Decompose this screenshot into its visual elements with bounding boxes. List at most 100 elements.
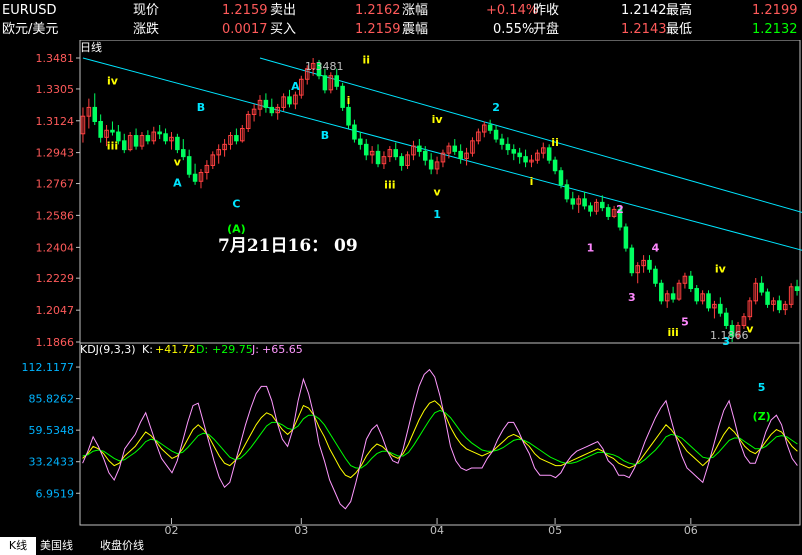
kdj-k-label: K: [142,343,153,356]
kdj-k-value: +41.72 [155,343,196,356]
price-tick-label: 1.2943 [36,147,75,160]
candle-body [92,106,98,122]
prev-close-value: 1.2142 [621,3,667,18]
kdj-pane-frame [79,342,801,526]
wave-label: iii [667,326,678,339]
wave-label: 3 [628,291,636,304]
candle-body [570,198,576,205]
buy-label: 买入 [270,22,297,37]
kdj-tick-label: 59.5348 [29,424,75,437]
candle-body [192,173,198,182]
chg-value: 0.0017 [222,22,268,37]
low-label: 最低 [666,22,693,37]
x-tick-label: 03 [294,524,308,537]
kdj-j-label: J: [251,343,259,356]
sell-value: 1.2162 [355,3,401,18]
buy-value: 1.2159 [355,22,401,37]
kdj-tick-label: 33.2433 [29,456,75,469]
candle-body [263,99,269,108]
candle-body [694,288,699,302]
price-tick-label: 1.2229 [36,272,75,285]
candle-body [765,291,770,305]
channel-line [82,57,802,251]
pct-value: +0.14% [486,3,539,18]
tab-us-line[interactable]: 美国线 [40,537,73,555]
pct-label: 涨幅 [402,3,429,18]
kdj-name: KDJ(9,3,3) [80,343,136,356]
high-label: 最高 [666,3,693,18]
symbol: EURUSD [2,3,57,18]
kdj-k-line [82,400,798,479]
open-label: 开盘 [533,22,560,37]
wave-label: 4 [652,242,660,255]
wave-label: 2 [616,203,624,216]
amp-label: 震幅 [402,22,429,37]
candle-body [157,131,162,135]
candle-body [163,133,168,142]
open-value: 1.2143 [621,22,667,37]
sell-label: 卖出 [270,3,297,18]
wave-label: iii [107,140,118,153]
kdj-tick-label: 112.1177 [22,361,75,374]
candle-body [794,286,800,291]
candle-body [600,201,605,209]
wave-label: iv [715,263,727,276]
candle-body [688,275,694,290]
price-tick-label: 1.2404 [36,241,75,254]
wave-label: iv [107,75,119,88]
candle-body [175,136,180,151]
min-price-label: 1.1866 [710,329,749,342]
now-value: 1.2159 [222,3,268,18]
chg-label: 涨跌 [133,22,160,37]
max-price-label: 1.3481 [305,60,344,73]
candle-body [133,135,139,147]
wave-label: 1 [587,242,595,255]
prev-close-label: 昨收 [533,3,560,18]
bottom-tabs: K线 美国线 收盘价线 [0,537,802,555]
price-tick-label: 1.3124 [36,115,75,128]
period-label: 日线 [80,40,102,54]
tab-k-line[interactable]: K线 [0,537,36,555]
candle-body [653,268,658,284]
candle-body [452,145,458,152]
candle-body [334,75,339,87]
wave-label: i [530,175,534,188]
candle-body [234,135,239,142]
kdj-annotation: 5 [758,381,766,394]
candle-body [375,150,381,165]
wave-label: C [232,198,240,211]
candle-body [511,149,517,154]
candle-body [121,140,127,151]
wave-label: iv [432,113,444,126]
candle-body [145,135,151,142]
low-value: 1.2132 [752,22,798,37]
candle-body [399,156,404,166]
candle-body [487,124,493,131]
instrument-name: 欧元/美元 [2,22,59,37]
candle-body [269,106,275,114]
amp-value: 0.55% [493,22,535,37]
price-tick-label: 1.3305 [36,83,75,96]
wave-label: 2 [492,101,500,114]
candle-body [759,282,764,293]
wave-label: i [347,94,351,107]
kdj-d-label: D: [196,343,208,356]
candle-body [623,226,629,249]
candle-body [647,259,652,270]
wave-labels: iviiivABC(A)ABiiiiiiivv12iii21 435iiiivv3… [107,53,754,347]
tab-close-line[interactable]: 收盘价线 [100,537,144,555]
candle-body [718,303,723,314]
candle-body [505,143,511,151]
chart-area: 1.3481 1.3305 1.3124 1.2943 1.2767 1.2586 1.24… [22,40,802,537]
candle-body [588,205,593,212]
date-annotation: 7月21日16： 09 [218,236,358,256]
candle-body [322,75,328,91]
x-axis: 020304050607 [164,518,698,537]
candle-body [552,159,558,172]
kdj-grid: 112.1177 85.8262 59.5348 33.2433 6.9519 [22,361,80,500]
wave-label: ii [362,53,370,66]
candle-body [546,147,552,161]
candles [80,58,800,342]
wave-label: B [321,129,329,142]
x-tick-label: 05 [548,524,562,537]
